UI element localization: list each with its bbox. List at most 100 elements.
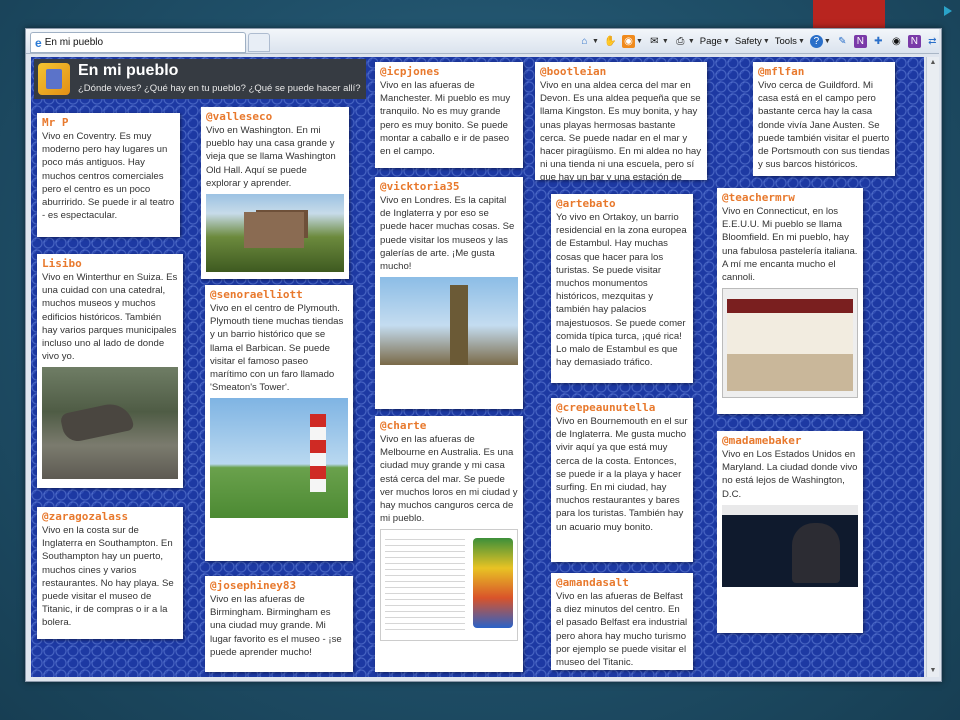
mail-icon: ✉ [650, 35, 659, 47]
command-bar: ⌂ ▼ ✋ ◉ ▼ ✉ ▼ ⎙ ▼ Page ▼ Safety ▼ Tools ▼ ? ▼ ✎ … [578, 29, 939, 53]
board-logo-icon [38, 63, 70, 95]
feeds-button[interactable]: ◉ ▼ [621, 34, 643, 48]
spell-check-icon[interactable]: ✎ [836, 35, 849, 48]
old-hall-photo [206, 194, 344, 273]
note-card[interactable]: @mflfan Vivo cerca de Guildford. Mi casa… [753, 62, 895, 176]
onenote-icon[interactable]: N [853, 34, 867, 48]
note-text: Vivo en las afueras de Belfast a diez mi… [556, 591, 688, 669]
note-card[interactable]: @crepeaunutella Vivo en Bournemouth en e… [551, 398, 693, 562]
page-menu[interactable]: Page ▼ [700, 36, 730, 47]
note-text: Vivo en las afueras de Birmingham. Birmi… [210, 594, 342, 658]
note-card[interactable]: @zaragozalass Vivo en la costa sur de In… [37, 507, 183, 639]
note-author: @valleseco [206, 110, 273, 123]
note-author: @senoraelliott [210, 288, 303, 301]
scroll-up-arrow-icon[interactable]: ▲ [928, 57, 938, 69]
print-icon: ⎙ [676, 35, 685, 47]
big-ben-photo [380, 277, 518, 366]
tools-menu-label: Tools [774, 35, 797, 47]
note-text: Vivo en Los Estados Unidos en Maryland. … [722, 449, 858, 500]
note-author: @mflfan [758, 65, 805, 78]
note-author: Mr P [42, 116, 69, 129]
note-card[interactable]: @teachermrw Vivo en Connecticut, en los … [717, 188, 863, 414]
chevron-down-icon: ▼ [592, 37, 599, 45]
note-text: Vivo en las afueras de Manchester. Mi pu… [380, 80, 511, 158]
browser-window: e En mi pueblo ⌂ ▼ ✋ ◉ ▼ ✉ ▼ ⎙ ▼ Page ▼ Safet… [25, 28, 942, 682]
hand-icon[interactable]: ✋ [604, 35, 617, 48]
note-card[interactable]: Lisibo Vivo en Winterthur en Suiza. Es u… [37, 254, 183, 488]
note-text: Vivo en Winterthur en Suiza. Es una cuid… [42, 272, 178, 363]
rss-icon: ◉ [621, 34, 635, 48]
print-button[interactable]: ⎙ ▼ [674, 35, 694, 48]
page-menu-label: Page [699, 35, 722, 47]
scroll-down-arrow-icon[interactable]: ▼ [928, 665, 938, 677]
note-card[interactable]: @senoraelliott Vivo en el centro de Plym… [205, 285, 353, 561]
board-title: En mi pueblo [78, 62, 179, 79]
note-author: @vicktoria35 [380, 180, 460, 193]
help-button[interactable]: ? ▼ [809, 34, 831, 48]
note-text: Vivo en Washington. En mi pueblo hay una… [206, 125, 336, 189]
note-text: Vivo en la costa sur de Inglaterra en So… [42, 525, 174, 629]
chevron-down-icon: ▼ [823, 37, 831, 45]
home-icon: ⌂ [581, 35, 588, 47]
note-text: Vivo cerca de Guildford. Mi casa está en… [758, 80, 890, 171]
vertical-scrollbar[interactable]: ▲ ▼ [926, 57, 939, 677]
note-card[interactable]: @valleseco Vivo en Washington. En mi pue… [201, 107, 349, 279]
mail-button[interactable]: ✉ ▼ [648, 35, 669, 48]
chevron-down-icon: ▼ [635, 37, 643, 45]
chevron-down-icon: ▼ [661, 37, 669, 45]
note-author: @charte [380, 419, 427, 432]
note-card[interactable]: @madamebaker Vivo en Los Estados Unidos … [717, 431, 863, 633]
president-photo [722, 504, 858, 587]
wikipedia-parrot-screenshot [380, 529, 518, 642]
note-author: @teachermrw [722, 191, 795, 204]
slide-bullet-marker [944, 6, 952, 16]
browser-tab[interactable]: e En mi pueblo [30, 32, 246, 53]
note-author: Lisibo [42, 257, 82, 270]
note-author: @icpjones [380, 65, 440, 78]
ie-logo-icon: e [35, 35, 42, 50]
note-card[interactable]: Mr P Vivo en Coventry. Es muy moderno pe… [37, 113, 180, 237]
note-author: @crepeaunutella [556, 401, 656, 414]
note-text: Vivo en Londres. Es la capital de Inglat… [380, 195, 515, 273]
note-card[interactable]: @bootleian Vivo en una aldea cerca del m… [535, 62, 707, 180]
note-author: @madamebaker [722, 434, 802, 447]
note-author: @bootleian [540, 65, 607, 78]
note-author: @artebato [556, 197, 616, 210]
note-card[interactable]: @amandasalt Vivo en las afueras de Belfa… [551, 573, 693, 670]
note-author: @amandasalt [556, 576, 629, 589]
board-header: En mi pueblo ¿Dónde vives? ¿Qué hay en t… [34, 59, 366, 99]
tools-menu[interactable]: Tools ▼ [775, 36, 805, 47]
home-button[interactable]: ⌂ ▼ [578, 35, 599, 48]
onenote-link-icon[interactable]: N [907, 34, 921, 48]
note-author: @zaragozalass [42, 510, 129, 523]
note-text: Vivo en Bournemouth en el sur de Inglate… [556, 416, 688, 533]
note-author: @josephiney83 [210, 579, 297, 592]
note-text: Yo vivo en Ortakoy, un barrio residencia… [556, 212, 687, 369]
padlet-board: En mi pueblo ¿Dónde vives? ¿Qué hay en t… [31, 57, 924, 677]
note-card[interactable]: @artebato Yo vivo en Ortakoy, un barrio … [551, 194, 693, 383]
note-card[interactable]: @josephiney83 Vivo en las afueras de Bir… [205, 576, 353, 672]
help-icon: ? [809, 34, 823, 48]
safety-menu-label: Safety [734, 35, 762, 47]
note-card[interactable]: @charte Vivo en las afueras de Melbourne… [375, 416, 523, 672]
note-text: Vivo en las afueras de Melbourne en Aust… [380, 434, 518, 525]
note-text: Vivo en Connecticut, en los E.E.U.U. Mi … [722, 206, 858, 284]
chevron-down-icon: ▼ [762, 37, 770, 45]
note-card[interactable]: @vicktoria35 Vivo en Londres. Es la capi… [375, 177, 523, 409]
chevron-down-icon: ▼ [797, 37, 805, 45]
chevron-down-icon: ▼ [722, 37, 730, 45]
tab-title: En mi pueblo [44, 37, 104, 48]
lighthouse-photo [210, 398, 348, 519]
translate-icon[interactable]: ⇄ [926, 35, 939, 48]
note-text: Vivo en Coventry. Es muy moderno pero ha… [42, 131, 175, 222]
note-card[interactable]: @icpjones Vivo en las afueras de Manches… [375, 62, 523, 168]
note-text: Vivo en una aldea cerca del mar en Devon… [540, 80, 702, 180]
board-subtitle: ¿Dónde vives? ¿Qué hay en tu pueblo? ¿Qu… [78, 83, 361, 94]
new-tab-button[interactable] [248, 33, 270, 52]
eye-icon[interactable]: ◉ [890, 35, 903, 48]
sculpture-photo [42, 367, 178, 480]
browser-toolbar: e En mi pueblo ⌂ ▼ ✋ ◉ ▼ ✉ ▼ ⎙ ▼ Page ▼ Safet… [26, 29, 939, 54]
safety-menu[interactable]: Safety ▼ [735, 36, 770, 47]
pastry-website-screenshot [722, 288, 858, 399]
research-icon[interactable]: ✚ [872, 35, 885, 48]
